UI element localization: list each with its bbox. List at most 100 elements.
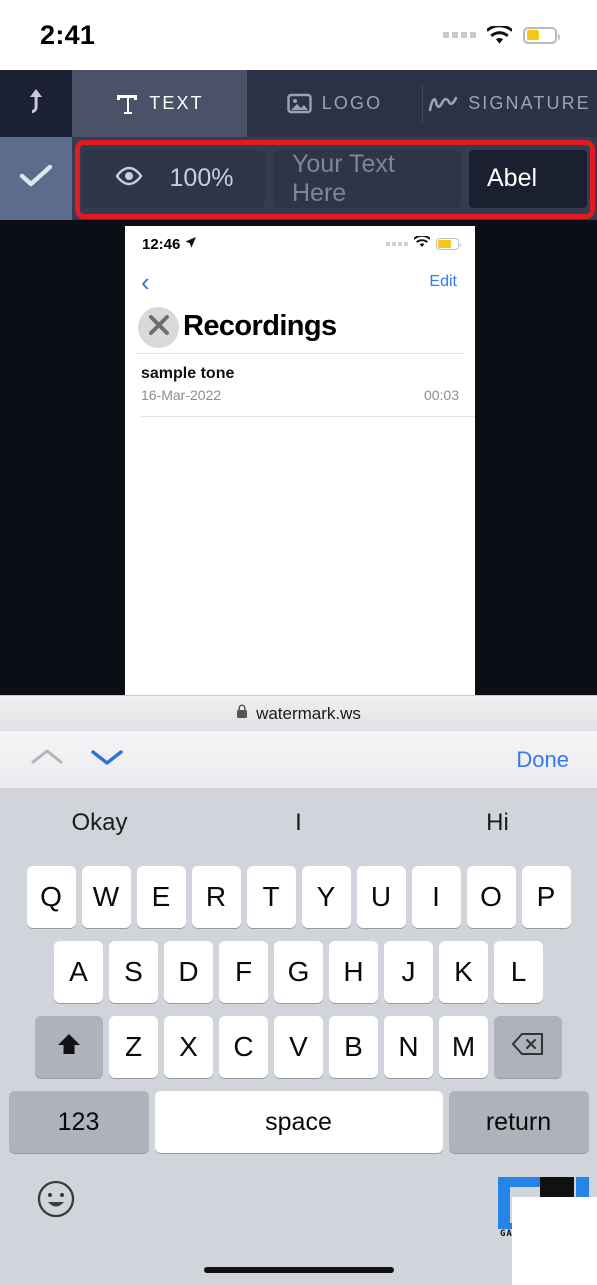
image-icon [287,93,312,114]
space-key[interactable]: space [154,1091,443,1153]
doc-signal-dots-icon [386,242,408,246]
recording-name: sample tone [141,365,235,382]
key-s[interactable]: S [109,941,158,1003]
checkmark-icon [19,163,53,194]
done-button[interactable]: Done [516,747,569,773]
divider [141,416,475,417]
emoji-smiley-icon [36,1179,76,1224]
location-arrow-icon [184,236,197,253]
key-w[interactable]: W [81,866,131,928]
status-bar-indicators [443,25,560,45]
font-name-label: Abel [487,164,538,192]
tab-text-label: TEXT [149,93,204,113]
doc-nav-row: ‹ Edit [125,262,475,302]
tab-signature[interactable]: SIGNATURE [422,70,597,137]
chevron-up-icon[interactable] [30,747,64,772]
numbers-key[interactable]: 123 [8,1091,149,1153]
ios-status-bar: 2:41 [0,0,597,70]
text-t-icon [115,92,139,116]
control-fields: 100% Your Text Here Abel [72,137,597,220]
key-t[interactable]: T [246,866,296,928]
keyboard-suggestion-bar: Okay I Hi [0,789,597,857]
wifi-icon [487,25,512,45]
editor-canvas[interactable]: 12:46 ‹ Edit Recordings sample tone 16-M… [0,220,597,695]
key-k[interactable]: K [439,941,488,1003]
home-indicator [203,1267,394,1273]
lock-icon [236,704,248,724]
key-a[interactable]: A [54,941,103,1003]
edit-button[interactable]: Edit [429,273,457,291]
keyboard-row-4: 123 space return [0,1091,597,1153]
eye-icon [114,166,144,191]
upload-button[interactable] [0,70,72,137]
shift-key[interactable] [35,1016,103,1078]
tab-logo-label: LOGO [321,93,383,113]
key-l[interactable]: L [494,941,543,1003]
doc-status-bar: 12:46 [125,226,475,262]
key-f[interactable]: F [219,941,268,1003]
key-x[interactable]: X [164,1016,213,1078]
browser-url-bar[interactable]: watermark.ws [0,695,597,732]
key-o[interactable]: O [466,866,516,928]
doc-battery-icon [436,238,461,250]
watermark-text-placeholder: Your Text Here [292,149,395,207]
tab-logo[interactable]: LOGO [247,70,422,137]
tab-text[interactable]: TEXT [72,70,247,137]
recording-meta: 16-Mar-2022 00:03 [141,387,459,403]
key-h[interactable]: H [329,941,378,1003]
key-c[interactable]: C [219,1016,268,1078]
suggestion-item[interactable]: Hi [398,809,597,837]
opacity-control[interactable]: 100% [82,149,265,208]
key-i[interactable]: I [411,866,461,928]
url-text: watermark.ws [256,704,361,723]
key-v[interactable]: V [274,1016,323,1078]
emoji-key[interactable] [34,1179,78,1223]
text-control-bar: 100% Your Text Here Abel [0,137,597,220]
recording-duration: 00:03 [423,387,459,403]
signal-dots-icon [443,32,476,38]
key-e[interactable]: E [136,866,186,928]
key-d[interactable]: D [164,941,213,1003]
font-select-button[interactable]: Abel [469,149,587,208]
key-b[interactable]: B [329,1016,378,1078]
key-q[interactable]: Q [26,866,76,928]
suggestion-item[interactable]: Okay [0,809,199,837]
doc-wifi-icon [413,234,431,253]
key-g[interactable]: G [274,941,323,1003]
opacity-value: 100% [169,164,234,192]
doc-status-indicators [386,234,461,253]
list-item[interactable]: sample tone 16-Mar-2022 00:03 [125,354,475,416]
form-navigation [30,747,124,772]
tab-signature-label: SIGNATURE [468,93,591,113]
keyboard-accessory-bar: Done [0,731,597,789]
key-r[interactable]: R [191,866,241,928]
confirm-button[interactable] [0,137,72,220]
keyboard-row-2: A S D F G H J K L [0,941,597,1003]
keyboard-row-1: Q W E R T Y U I O P [0,866,597,928]
close-x-icon [147,313,171,342]
key-j[interactable]: J [384,941,433,1003]
key-y[interactable]: Y [301,866,351,928]
close-watermark-button[interactable] [138,307,179,348]
doc-status-time: 12:46 [142,236,197,253]
chevron-down-icon[interactable] [90,747,124,772]
watermark-text-input[interactable]: Your Text Here [273,149,461,208]
key-u[interactable]: U [356,866,406,928]
battery-icon [523,26,560,44]
editor-tab-bar: TEXT LOGO SIGNATURE [0,70,597,137]
shift-arrow-icon [55,1030,83,1065]
key-p[interactable]: P [521,866,571,928]
signature-squiggle-icon [428,93,458,115]
keyboard-row-3: Z X C V B N M [0,1016,597,1078]
key-n[interactable]: N [384,1016,433,1078]
suggestion-item[interactable]: I [199,809,398,837]
chevron-left-icon[interactable]: ‹ [135,269,150,295]
backspace-icon [511,1031,544,1063]
key-m[interactable]: M [439,1016,488,1078]
upload-arrow-icon [25,86,47,121]
watermark-occluder [512,1197,597,1285]
backspace-key[interactable] [494,1016,562,1078]
preview-document: 12:46 ‹ Edit Recordings sample tone 16-M… [125,226,475,695]
return-key[interactable]: return [448,1091,589,1153]
key-z[interactable]: Z [109,1016,158,1078]
